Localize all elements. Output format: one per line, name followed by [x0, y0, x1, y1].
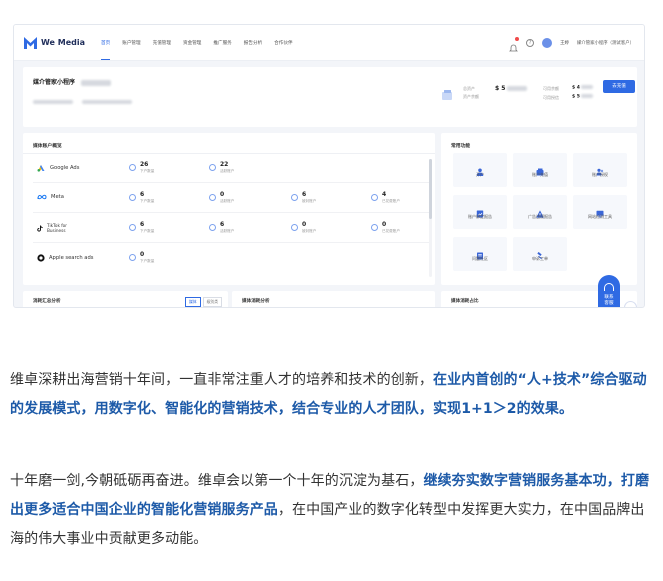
google-ads-icon: [37, 165, 45, 172]
bell-icon[interactable]: [509, 37, 520, 52]
wallet-icon: [441, 86, 453, 100]
brand-name: We Media: [41, 38, 86, 47]
contact-service-button[interactable]: 联系 客服: [598, 275, 620, 307]
meta-icon: [37, 194, 47, 200]
asset-balance-label: 资产余额: [463, 94, 479, 99]
total-assets-label: 总资产: [463, 86, 475, 91]
func-open-account[interactable]: 开户: [453, 153, 507, 187]
func-violation-report[interactable]: 广告违规报告: [513, 195, 567, 229]
tab-media[interactable]: 媒体: [185, 297, 201, 307]
apple-search-ads-icon: [37, 254, 45, 262]
total-assets-value: $ 5: [495, 85, 528, 92]
blurred-name: [81, 79, 112, 86]
we-media-logo-icon: [24, 36, 37, 49]
article-paragraph-2: 十年磨一剑,今朝砥砺再奋进。维卓会以第一个十年的沉淀为基石，继续夯实数字营销服务…: [10, 473, 650, 547]
consumption-summary-panel: 消耗汇总分析 媒体 级别类: [23, 291, 228, 307]
tab-level[interactable]: 级别类: [202, 297, 222, 307]
account-title: 媒介管家小程序: [33, 77, 112, 86]
warning-icon: [536, 203, 544, 218]
nav-partners[interactable]: 合作伙伴: [274, 26, 292, 59]
monitor-icon: [596, 203, 604, 218]
report-icon: [476, 203, 484, 218]
user-add-icon: [476, 161, 484, 176]
nav-account[interactable]: 账户管理: [122, 26, 140, 59]
func-community[interactable]: 问题社区: [453, 237, 507, 271]
help-icon[interactable]: ?: [526, 38, 535, 47]
dashboard-screenshot: We Media 首页 账户管理 充值管理 资金管理 推广服务 报告分析 合作伙…: [13, 24, 645, 308]
notification-dot: [515, 37, 520, 41]
media-overview-title: 媒体账户概览: [33, 144, 62, 149]
media-row-tiktok[interactable]: TikTok for Business 6 下户数量 6 活跃账户 0 被封账户 0已…: [33, 217, 429, 243]
recharge-button[interactable]: 去充值: [603, 80, 635, 93]
available-credit-value: $ 5: [572, 94, 593, 100]
nav-right-tools: ? 王婷 媒介管家小程序（测试客户）: [509, 37, 634, 52]
func-binding-report[interactable]: 账户绑定报告: [453, 195, 507, 229]
gavel-icon: [536, 245, 544, 260]
article-paragraph-1: 维卓深耕出海营销十年间，一直非常注重人才的培养和技术的创新，在业内首创的“人+技…: [10, 372, 647, 417]
scrollbar-thumb[interactable]: [429, 159, 432, 219]
nav-promotion[interactable]: 推广服务: [213, 26, 231, 59]
available-balance-value: $ 4: [572, 85, 593, 91]
nav-funds[interactable]: 资金管理: [183, 26, 201, 59]
media-row-google-ads[interactable]: Google Ads 26 下户数量 22 活跃账户: [33, 157, 429, 183]
active-icon: [209, 164, 216, 171]
accounts-icon: [129, 164, 136, 171]
common-functions-panel: 常用功能 开户 账户充值 账户授权 账户绑定报告 广告违规报告 网站检测工具 问…: [441, 133, 637, 285]
account-subinfo: [33, 91, 133, 110]
users-icon: [596, 161, 604, 176]
tiktok-icon: [37, 225, 43, 232]
nav-recharge[interactable]: 充值管理: [153, 26, 171, 59]
chat-icon: [625, 306, 636, 308]
func-appeal-ticket[interactable]: 申诉工单: [513, 237, 567, 271]
chat-fab[interactable]: [624, 301, 637, 308]
headset-icon: [604, 283, 614, 291]
community-icon: [476, 245, 484, 260]
nav-reports[interactable]: 报告分析: [244, 26, 262, 59]
top-navigation: We Media 首页 账户管理 充值管理 资金管理 推广服务 报告分析 合作伙…: [14, 25, 644, 61]
wallet-icon: [536, 161, 544, 176]
media-consumption-panel: 媒体消耗分析: [232, 291, 435, 307]
func-site-check-tool[interactable]: 网站检测工具: [573, 195, 627, 229]
scrollbar[interactable]: [429, 159, 432, 277]
func-account-recharge[interactable]: 账户充值: [513, 153, 567, 187]
func-account-authorize[interactable]: 账户授权: [573, 153, 627, 187]
user-name[interactable]: 王婷: [560, 40, 569, 46]
avatar[interactable]: [542, 37, 553, 48]
org-name[interactable]: 媒介管家小程序（测试客户）: [577, 40, 634, 46]
available-balance-label: 可用余额: [543, 86, 559, 91]
media-row-apple-search-ads[interactable]: Apple search ads 0 下户数量: [33, 247, 429, 273]
common-functions-title: 常用功能: [451, 144, 471, 149]
available-credit-label: 可用授信: [543, 95, 559, 100]
account-card: 媒介管家小程序 总资产 资产余额 $ 5 可用余额 可用授信 $ 4 $ 5 去…: [23, 67, 637, 127]
nav-home[interactable]: 首页: [101, 26, 111, 60]
media-row-meta[interactable]: Meta 6 下户数量 0 活跃账户 6 被封账户 4 已花费账户: [33, 187, 429, 213]
media-overview-panel: 媒体账户概览 Google Ads 26 下户数量 22 活跃账户 Meta 6 下户…: [23, 133, 435, 285]
